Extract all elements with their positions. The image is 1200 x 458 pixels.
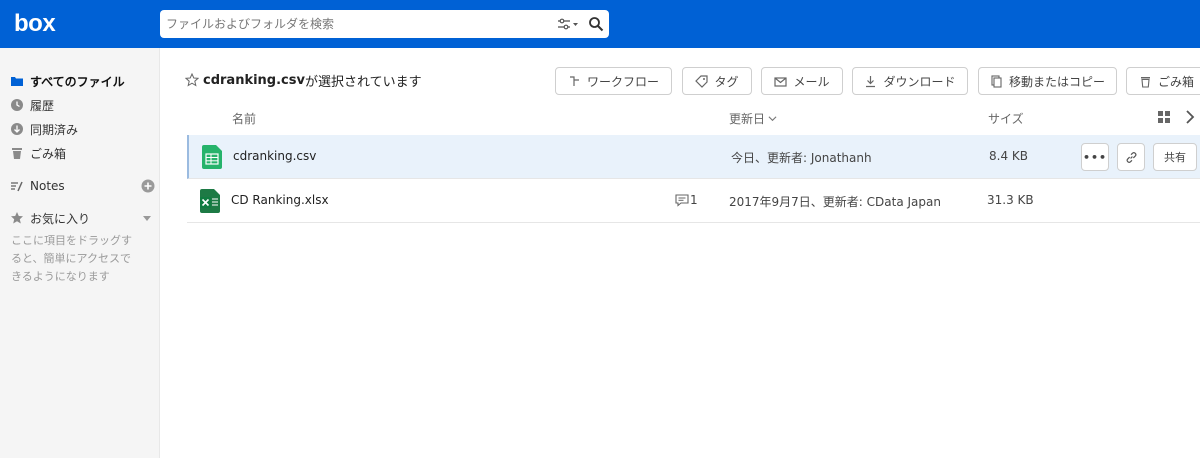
move-copy-button[interactable]: 移動またはコピー bbox=[978, 67, 1117, 95]
workflow-label: ワークフロー bbox=[586, 74, 659, 89]
share-label: 共有 bbox=[1164, 151, 1186, 164]
favorites-hint: ここに項目をドラッグすると、簡単にアクセスできるようになります bbox=[11, 234, 132, 283]
column-header-updated[interactable]: 更新日 bbox=[729, 110, 777, 127]
column-header-size[interactable]: サイズ bbox=[988, 110, 1024, 127]
notes-icon bbox=[11, 181, 23, 192]
comment-count: 1 bbox=[690, 193, 698, 207]
comment-icon[interactable] bbox=[675, 193, 689, 207]
download-button[interactable]: ダウンロード bbox=[852, 67, 968, 95]
file-updated: 今日、更新者: Jonathanh bbox=[731, 151, 872, 165]
csv-file-icon bbox=[202, 145, 222, 169]
workflow-button[interactable]: ワークフロー bbox=[555, 67, 672, 95]
star-filled-icon bbox=[11, 212, 23, 224]
box-logo[interactable]: box bbox=[14, 10, 56, 38]
search-input[interactable] bbox=[166, 14, 546, 34]
mail-icon bbox=[774, 76, 788, 87]
sidebar-item-trash[interactable]: ごみ箱 bbox=[10, 143, 66, 163]
sidebar-item-label: お気に入り bbox=[30, 211, 91, 226]
sidebar-item-label: 履歴 bbox=[30, 98, 55, 113]
table-row[interactable]: cdranking.csv 今日、更新者: Jonathanh 8.4 KB •… bbox=[187, 135, 1200, 179]
mail-button[interactable]: メール bbox=[761, 67, 843, 95]
sidebar-item-label: ごみ箱 bbox=[30, 146, 67, 161]
star-outline-icon[interactable] bbox=[185, 73, 199, 87]
workflow-icon bbox=[569, 75, 579, 86]
tag-button[interactable]: タグ bbox=[682, 67, 752, 95]
sidebar-item-history[interactable]: 履歴 bbox=[10, 95, 54, 115]
add-note-icon[interactable] bbox=[141, 179, 155, 193]
chevron-right-icon[interactable] bbox=[1185, 110, 1195, 124]
file-name[interactable]: CD Ranking.xlsx bbox=[231, 193, 329, 207]
search-box[interactable] bbox=[160, 10, 609, 38]
sidebar: すべてのファイル 履歴 同期済み ごみ箱 Notes お気に入り ここに項目をド… bbox=[0, 48, 160, 458]
download-icon bbox=[866, 75, 876, 87]
file-updated: 2017年9月7日、更新者: CData Japan bbox=[729, 195, 941, 209]
column-header-name[interactable]: 名前 bbox=[232, 110, 256, 127]
sidebar-item-synced[interactable]: 同期済み bbox=[10, 119, 78, 139]
more-options-label: ••• bbox=[1082, 150, 1108, 164]
trash-icon bbox=[1141, 76, 1150, 88]
grid-view-icon[interactable] bbox=[1158, 111, 1170, 123]
tag-icon bbox=[695, 74, 709, 88]
sidebar-item-label: Notes bbox=[30, 179, 65, 193]
table-row[interactable]: CD Ranking.xlsx 1 2017年9月7日、更新者: CData J… bbox=[187, 179, 1200, 223]
sidebar-item-label: すべてのファイル bbox=[30, 74, 125, 89]
xlsx-file-icon bbox=[200, 189, 220, 213]
share-button[interactable]: 共有 bbox=[1153, 143, 1197, 171]
copy-icon bbox=[991, 74, 1002, 88]
file-size: 31.3 KB bbox=[987, 193, 1034, 207]
move-copy-label: 移動またはコピー bbox=[1008, 74, 1105, 89]
selection-title: cdranking.csv が選択されています bbox=[185, 70, 422, 90]
tag-label: タグ bbox=[714, 74, 739, 89]
sidebar-item-notes[interactable]: Notes bbox=[10, 176, 65, 196]
clock-icon bbox=[11, 99, 23, 111]
trash-icon bbox=[12, 148, 22, 159]
sidebar-item-all-files[interactable]: すべてのファイル bbox=[10, 71, 125, 91]
column-header-updated-label: 更新日 bbox=[729, 112, 766, 126]
top-bar: box bbox=[0, 0, 1200, 48]
chevron-down-icon[interactable] bbox=[143, 216, 151, 222]
selection-suffix: が選択されています bbox=[304, 74, 422, 90]
sidebar-item-label: 同期済み bbox=[30, 122, 79, 137]
copy-link-button[interactable] bbox=[1117, 143, 1145, 171]
filter-options-icon[interactable] bbox=[557, 17, 579, 31]
sort-chevron-down-icon bbox=[768, 116, 777, 122]
mail-label: メール bbox=[793, 74, 830, 89]
file-size: 8.4 KB bbox=[989, 149, 1028, 163]
file-name[interactable]: cdranking.csv bbox=[233, 149, 316, 163]
more-options-button[interactable]: ••• bbox=[1081, 143, 1109, 171]
link-icon bbox=[1125, 151, 1137, 163]
selected-file-name: cdranking.csv bbox=[203, 72, 305, 88]
trash-label: ごみ箱 bbox=[1158, 74, 1195, 89]
trash-button[interactable]: ごみ箱 bbox=[1126, 67, 1200, 95]
sync-icon bbox=[11, 123, 23, 135]
download-label: ダウンロード bbox=[883, 74, 956, 89]
search-icon[interactable] bbox=[588, 16, 604, 32]
sidebar-item-favorites[interactable]: お気に入り bbox=[10, 208, 90, 228]
folder-icon bbox=[11, 77, 23, 86]
